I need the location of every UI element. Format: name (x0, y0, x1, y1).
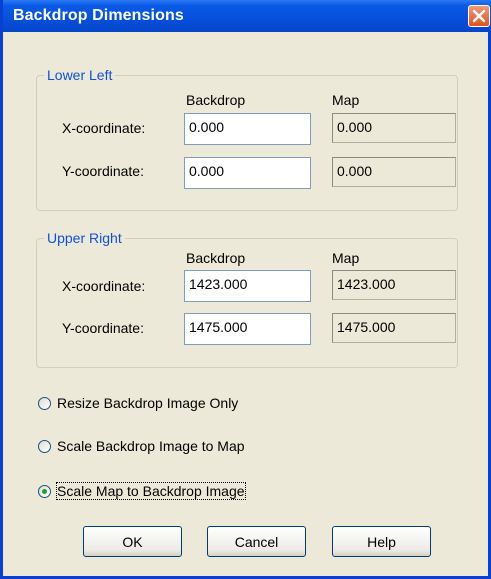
lower-left-y-label: Y-coordinate: (62, 163, 144, 179)
lower-left-y-map-field: 0.000 (332, 157, 456, 187)
upper-right-group (36, 238, 458, 368)
scale-backdrop-to-map-radio[interactable] (38, 439, 51, 453)
ok-button[interactable]: OK (83, 526, 182, 557)
help-button[interactable]: Help (332, 526, 431, 557)
upper-right-y-map-field: 1475.000 (332, 313, 456, 343)
lower-left-x-label: X-coordinate: (62, 120, 146, 136)
lower-left-map-header: Map (332, 92, 360, 108)
upper-right-x-backdrop-input[interactable]: 1423.000 (184, 270, 311, 302)
option-scale-map-to-backdrop[interactable]: Scale Map to Backdrop Image (38, 481, 246, 501)
upper-right-map-header: Map (332, 250, 360, 266)
scale-map-to-backdrop-label: Scale Map to Backdrop Image (56, 482, 246, 500)
lower-left-x-map-field: 0.000 (332, 113, 456, 143)
option-scale-backdrop-to-map[interactable]: Scale Backdrop Image to Map (38, 436, 245, 456)
close-button[interactable] (468, 5, 490, 27)
scale-backdrop-to-map-label: Scale Backdrop Image to Map (57, 438, 245, 454)
close-icon (472, 9, 486, 23)
upper-right-y-label: Y-coordinate: (62, 320, 144, 336)
upper-right-y-backdrop-input[interactable]: 1475.000 (184, 313, 311, 345)
lower-left-y-backdrop-input[interactable]: 0.000 (184, 157, 311, 189)
lower-left-backdrop-header: Backdrop (186, 92, 246, 108)
upper-right-backdrop-header: Backdrop (186, 250, 246, 266)
upper-right-x-label: X-coordinate: (62, 278, 146, 294)
title-bar[interactable]: Backdrop Dimensions (3, 0, 491, 32)
lower-left-legend: Lower Left (44, 67, 116, 83)
upper-right-legend: Upper Right (44, 230, 125, 246)
backdrop-dimensions-dialog: Backdrop Dimensions Lower Left Backdrop … (0, 0, 491, 579)
option-resize-backdrop-only[interactable]: Resize Backdrop Image Only (38, 393, 238, 413)
upper-right-x-map-field: 1423.000 (332, 270, 456, 300)
scale-map-to-backdrop-radio[interactable] (38, 484, 51, 498)
resize-backdrop-only-radio[interactable] (38, 396, 51, 410)
lower-left-x-backdrop-input[interactable]: 0.000 (184, 113, 311, 145)
window-title: Backdrop Dimensions (13, 7, 184, 24)
cancel-button[interactable]: Cancel (207, 526, 306, 557)
resize-backdrop-only-label: Resize Backdrop Image Only (57, 395, 239, 411)
